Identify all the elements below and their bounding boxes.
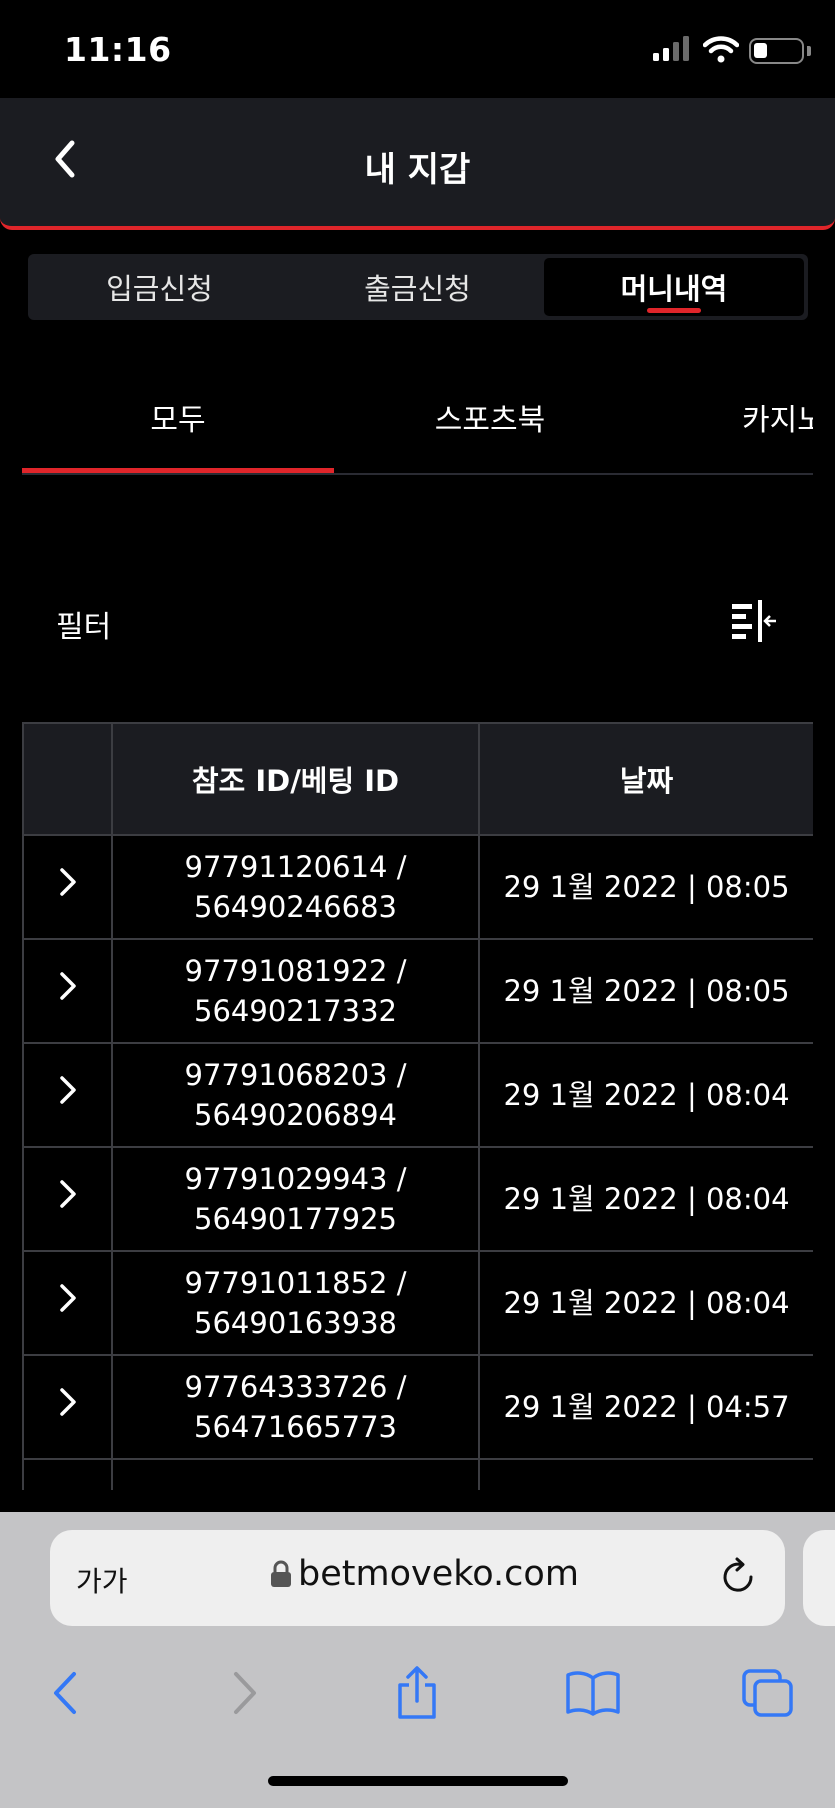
cellular-signal-icon [653, 36, 689, 61]
share-button[interactable] [382, 1658, 452, 1728]
date-cell: 29 1월 2022 | 08:04 [478, 1250, 813, 1356]
history-table: 참조 ID/베팅 ID 날짜 97791120614 / 56490246683 2… [22, 722, 813, 1490]
browser-nav-row [0, 1658, 835, 1728]
url-text: betmoveko.com [298, 1554, 579, 1594]
tab-casino[interactable]: 카지노 [742, 360, 813, 473]
ref-id: 97791120614 / [184, 850, 407, 884]
book-icon [566, 1671, 620, 1716]
filter-label: 필터 [56, 610, 112, 645]
row-expand-cell[interactable] [22, 1042, 113, 1148]
chevron-right-icon[interactable] [58, 1178, 78, 1210]
table-row[interactable]: 97791081922 / 56490217332 29 1월 2022 | 08:… [22, 938, 813, 1044]
date-text: 29 1월 2022 | 04:57 [503, 1390, 790, 1424]
tabs-button[interactable] [733, 1658, 803, 1728]
header-ref-id[interactable]: 참조 ID/베팅 ID [111, 722, 480, 836]
row-expand-cell[interactable] [22, 1354, 113, 1460]
ref-id-cell: 97764333726 / 56471665773 [111, 1354, 480, 1460]
wallet-tab-bar: 입금신청 출금신청 머니내역 [28, 254, 808, 320]
battery-icon [749, 38, 804, 64]
next-tab-peek[interactable] [803, 1530, 835, 1626]
chevron-right-icon[interactable] [58, 866, 78, 898]
date-cell: 29 1월 2022 | 08:04 [478, 1042, 813, 1148]
date-cell: 29 1월 2022 | 08:05 [478, 834, 813, 940]
chevron-right-icon[interactable] [58, 970, 78, 1002]
tab-deposit-request[interactable]: 입금신청 [32, 258, 287, 316]
browser-toolbar: 가가 betmoveko.com [0, 1512, 835, 1808]
table-row[interactable]: 97764333726 / 56471665773 29 1월 2022 | 04:… [22, 1354, 813, 1460]
bet-id: 56490246683 [194, 890, 397, 924]
wifi-icon [703, 36, 739, 63]
table-row[interactable]: 97791120614 / 56490246683 29 1월 2022 | 08:… [22, 834, 813, 940]
header-date[interactable]: 날짜 [478, 722, 813, 836]
lock-icon [271, 1560, 291, 1587]
date-text: 29 1월 2022 | 08:04 [503, 1182, 790, 1216]
bet-id: 56490217332 [194, 994, 397, 1028]
row-expand-cell[interactable] [22, 1458, 113, 1490]
tab-all[interactable]: 모두 [22, 360, 334, 473]
bet-id: 56490206894 [194, 1098, 397, 1132]
date-cell [478, 1458, 813, 1490]
table-row[interactable]: 97791011852 / 56490163938 29 1월 2022 | 08:… [22, 1250, 813, 1356]
active-tab-indicator [647, 308, 701, 313]
chevron-left-icon [54, 1672, 76, 1714]
tab-money-history[interactable]: 머니내역 [544, 258, 804, 316]
date-text: 29 1월 2022 | 08:05 [503, 870, 790, 904]
row-expand-cell[interactable] [22, 834, 113, 940]
address-bar[interactable]: 가가 betmoveko.com [50, 1530, 785, 1626]
date-text: 29 1월 2022 | 08:04 [503, 1286, 790, 1320]
row-expand-cell[interactable] [22, 1250, 113, 1356]
ref-id: 97791081922 / [184, 954, 407, 988]
browser-forward-button[interactable] [210, 1658, 280, 1728]
app-header: 내 지갑 [0, 98, 835, 230]
chevron-right-icon[interactable] [58, 1386, 78, 1418]
table-row[interactable]: 97791029943 / 56490177925 29 1월 2022 | 08:… [22, 1146, 813, 1252]
table-row[interactable]: 97764269818 / [22, 1458, 813, 1490]
tab-sportsbook[interactable]: 스포츠북 [334, 360, 646, 473]
ref-id-cell: 97764269818 / [111, 1458, 480, 1490]
date-cell: 29 1월 2022 | 08:05 [478, 938, 813, 1044]
date-cell: 29 1월 2022 | 04:57 [478, 1354, 813, 1460]
ref-id-cell: 97791081922 / 56490217332 [111, 938, 480, 1044]
ref-id: 97791068203 / [184, 1058, 407, 1092]
share-icon [398, 1666, 436, 1719]
status-bar: 11:16 [0, 0, 835, 98]
category-tab-bar: 모두 스포츠북 카지노 [22, 360, 813, 475]
home-indicator [268, 1776, 568, 1786]
ref-id-cell: 97791011852 / 56490163938 [111, 1250, 480, 1356]
chevron-right-icon[interactable] [58, 1074, 78, 1106]
table-header-row: 참조 ID/베팅 ID 날짜 [22, 722, 813, 836]
ref-id: 97764333726 / [184, 1370, 407, 1404]
browser-back-button[interactable] [30, 1658, 100, 1728]
page-title: 내 지갑 [364, 150, 471, 190]
chevron-right-icon[interactable] [58, 1282, 78, 1314]
reload-icon[interactable] [715, 1554, 761, 1600]
row-expand-cell[interactable] [22, 1146, 113, 1252]
ref-id-cell: 97791068203 / 56490206894 [111, 1042, 480, 1148]
status-time: 11:16 [64, 30, 172, 69]
bookmarks-button[interactable] [558, 1658, 628, 1728]
ref-id: 97791029943 / [184, 1162, 407, 1196]
bet-id: 56490163938 [194, 1306, 397, 1340]
ref-id: 97791011852 / [184, 1266, 407, 1300]
bet-id: 56490177925 [194, 1202, 397, 1236]
date-cell: 29 1월 2022 | 08:04 [478, 1146, 813, 1252]
chevron-right-icon [234, 1672, 256, 1714]
tab-withdraw-request[interactable]: 출금신청 [290, 258, 545, 316]
header-expand [22, 722, 113, 836]
history-table-container[interactable]: 참조 ID/베팅 ID 날짜 97791120614 / 56490246683 2… [22, 722, 813, 1490]
filter-collapse-icon[interactable] [728, 596, 780, 646]
date-text: 29 1월 2022 | 08:04 [503, 1078, 790, 1112]
tabs-icon [742, 1669, 793, 1717]
table-row[interactable]: 97791068203 / 56490206894 29 1월 2022 | 08:… [22, 1042, 813, 1148]
ref-id-cell: 97791029943 / 56490177925 [111, 1146, 480, 1252]
ref-id-cell: 97791120614 / 56490246683 [111, 834, 480, 940]
row-expand-cell[interactable] [22, 938, 113, 1044]
active-category-indicator [22, 468, 334, 473]
text-size-button[interactable]: 가가 [76, 1560, 128, 1600]
bet-id: 56471665773 [194, 1410, 397, 1444]
date-text: 29 1월 2022 | 08:05 [503, 974, 790, 1008]
